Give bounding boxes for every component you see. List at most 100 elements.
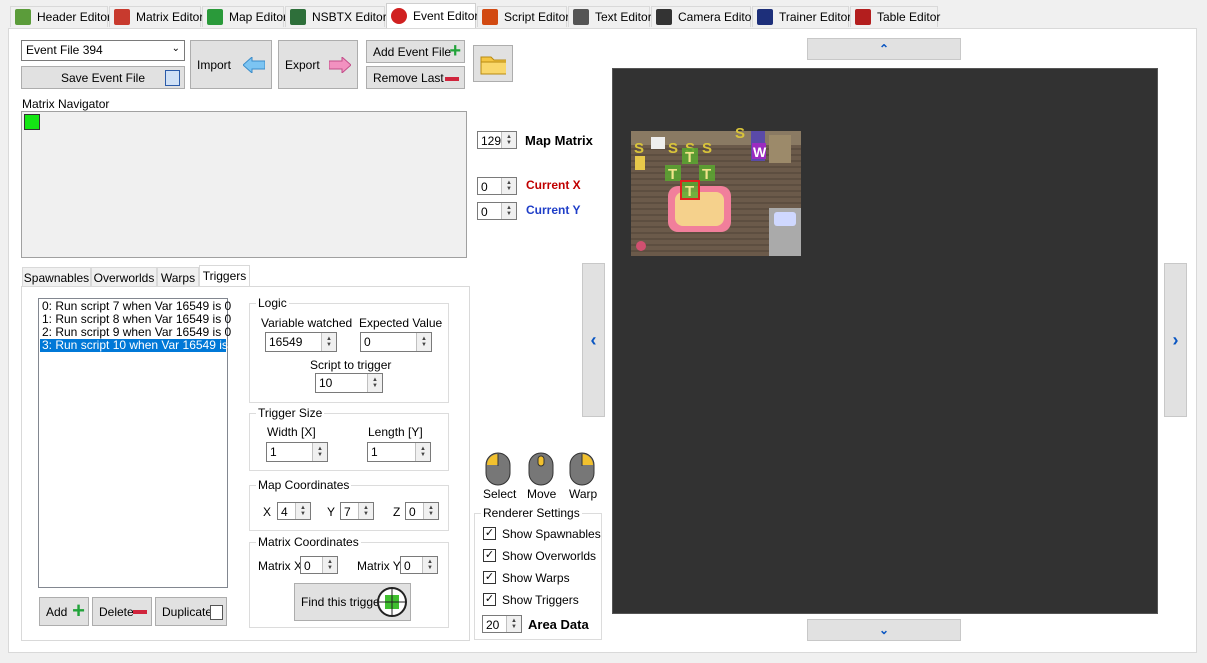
tab-text-editor[interactable]: Text Editor (568, 6, 652, 27)
checkbox[interactable]: ✓ (483, 593, 496, 606)
select-tool-button[interactable]: Select (483, 452, 517, 502)
renderer-option-label: Show Warps (502, 571, 570, 585)
subtab-triggers[interactable]: Triggers (199, 265, 250, 287)
variable-watched-input[interactable]: 16549 ▲ ▼ (265, 332, 337, 352)
matrix-cell-selected[interactable] (24, 114, 40, 130)
spawn-marker[interactable]: S (668, 140, 678, 157)
arrow-right-icon (329, 57, 351, 73)
trigger-list-item[interactable]: 3: Run script 10 when Var 16549 is 0 (40, 339, 238, 352)
nav-down-button[interactable]: ⌄ (807, 619, 961, 641)
spin-arrows-icon[interactable]: ▲ ▼ (295, 503, 310, 519)
spawn-marker[interactable]: S (735, 126, 745, 142)
matrix-x-input[interactable]: 0 ▲ ▼ (300, 556, 338, 574)
tab-nsbtx-editor[interactable]: NSBTX Editor (285, 6, 387, 27)
nav-left-button[interactable]: ‹ (582, 263, 605, 417)
plus-icon: + (449, 40, 461, 62)
spawn-marker[interactable]: S (634, 140, 644, 157)
plus-icon: + (72, 598, 85, 623)
spin-arrows-icon[interactable]: ▲ ▼ (501, 178, 516, 194)
tab-script-editor[interactable]: Script Editor (477, 6, 569, 27)
remove-last-button[interactable]: Remove Last (366, 66, 465, 89)
tab-table-editor[interactable]: Table Editor (850, 6, 940, 27)
checkbox[interactable]: ✓ (483, 549, 496, 562)
width-input[interactable]: 1 ▲ ▼ (266, 442, 328, 462)
spin-arrows-icon[interactable]: ▲ ▼ (501, 203, 516, 219)
matrix-coordinates-title: Matrix Coordinates (256, 535, 361, 549)
trigger-list[interactable]: 0: Run script 7 when Var 16549 is 0 1: Ru… (38, 298, 238, 588)
map-canvas[interactable]: S S S S S W T T T T (612, 68, 1158, 614)
delete-trigger-button[interactable]: Delete (92, 597, 152, 626)
add-event-file-button[interactable]: Add Event File + (366, 40, 465, 63)
current-x-input[interactable]: 0 ▲ ▼ (477, 177, 517, 195)
subtab-spawnables[interactable]: Spawnables (22, 267, 91, 286)
expected-value-input[interactable]: 0 ▲ ▼ (360, 332, 432, 352)
spin-arrows-icon[interactable]: ▲ ▼ (321, 333, 336, 351)
find-trigger-button[interactable]: Find this trigger (294, 583, 411, 621)
spin-arrows-icon[interactable]: ▲ ▼ (501, 132, 516, 148)
renderer-option-label: Show Overworlds (502, 549, 597, 563)
duplicate-trigger-label: Duplicate (162, 604, 213, 619)
tab-camera-editor[interactable]: Camera Editor (651, 6, 755, 27)
length-value: 1 (371, 445, 378, 459)
width-value: 1 (270, 445, 277, 459)
spin-arrows-icon[interactable]: ▲ ▼ (358, 503, 373, 519)
folder-icon (480, 56, 506, 74)
remove-last-label: Remove Last (373, 70, 444, 85)
current-y-input[interactable]: 0 ▲ ▼ (477, 202, 517, 220)
status-bar (0, 656, 1207, 663)
open-folder-button[interactable] (473, 45, 513, 82)
spin-arrows-icon[interactable]: ▲ ▼ (312, 443, 327, 461)
current-x-label: Current X (526, 178, 581, 192)
tab-event-editor[interactable]: Event Editor (386, 3, 478, 28)
spin-arrows-icon[interactable]: ▲ ▼ (416, 333, 431, 351)
spin-arrows-icon[interactable]: ▲ ▼ (506, 616, 521, 632)
subtab-overworlds[interactable]: Overworlds (91, 267, 157, 286)
tab-label: Trainer Editor (779, 10, 852, 24)
lamp (635, 156, 645, 170)
nsbtx-editor-icon (290, 9, 306, 25)
tab-map-editor[interactable]: Map Editor (202, 6, 287, 27)
import-button[interactable]: Import (190, 40, 272, 89)
trigger-marker[interactable]: T (668, 166, 677, 183)
spin-arrows-icon[interactable]: ▲ ▼ (423, 503, 438, 519)
matrix-y-input[interactable]: 0 ▲ ▼ (400, 556, 438, 574)
select-tool-label: Select (483, 487, 517, 501)
map-z-input[interactable]: 0 ▲ ▼ (405, 502, 439, 520)
nav-up-button[interactable]: ⌃ (807, 38, 961, 60)
map-y-input[interactable]: 7 ▲ ▼ (340, 502, 374, 520)
move-tool-button[interactable]: Move (526, 452, 556, 502)
tab-header-editor[interactable]: Header Editor (10, 6, 111, 27)
spin-arrows-icon[interactable]: ▲ ▼ (322, 557, 337, 573)
script-to-trigger-input[interactable]: 10 ▲ ▼ (315, 373, 383, 393)
minus-icon (445, 77, 459, 81)
tab-matrix-editor[interactable]: Matrix Editor (109, 6, 203, 27)
spin-arrows-icon[interactable]: ▲ ▼ (367, 374, 382, 392)
event-file-select[interactable]: Event File 394 ⌄ (21, 40, 185, 61)
tab-trainer-editor[interactable]: Trainer Editor (752, 6, 852, 27)
map-matrix-input[interactable]: 129 ▲ ▼ (477, 131, 517, 149)
add-trigger-button[interactable]: Add + (39, 597, 89, 626)
nav-right-button[interactable]: › (1164, 263, 1187, 417)
trigger-marker[interactable]: T (702, 166, 711, 183)
warp-marker[interactable]: W (753, 144, 767, 160)
spin-arrows-icon[interactable]: ▲ ▼ (415, 443, 430, 461)
trigger-marker[interactable]: T (685, 183, 694, 200)
subtab-warps[interactable]: Warps (157, 267, 199, 286)
checkbox[interactable]: ✓ (483, 571, 496, 584)
export-button[interactable]: Export (278, 40, 358, 89)
variable-watched-label: Variable watched (261, 316, 353, 330)
duplicate-trigger-button[interactable]: Duplicate (155, 597, 227, 626)
map-x-input[interactable]: 4 ▲ ▼ (277, 502, 311, 520)
trigger-marker[interactable]: T (685, 149, 694, 166)
matrix-navigator-grid[interactable] (21, 111, 467, 258)
length-input[interactable]: 1 ▲ ▼ (367, 442, 431, 462)
pillow (774, 212, 796, 226)
warp-tool-button[interactable]: Warp (567, 452, 597, 502)
spin-arrows-icon[interactable]: ▲ ▼ (422, 557, 437, 573)
map-x-label: X (263, 505, 272, 519)
expected-value-value: 0 (364, 335, 371, 349)
spawn-marker[interactable]: S (702, 140, 712, 157)
save-event-file-button[interactable]: Save Event File (21, 66, 185, 89)
area-data-input[interactable]: 20 ▲ ▼ (482, 615, 522, 633)
checkbox[interactable]: ✓ (483, 527, 496, 540)
